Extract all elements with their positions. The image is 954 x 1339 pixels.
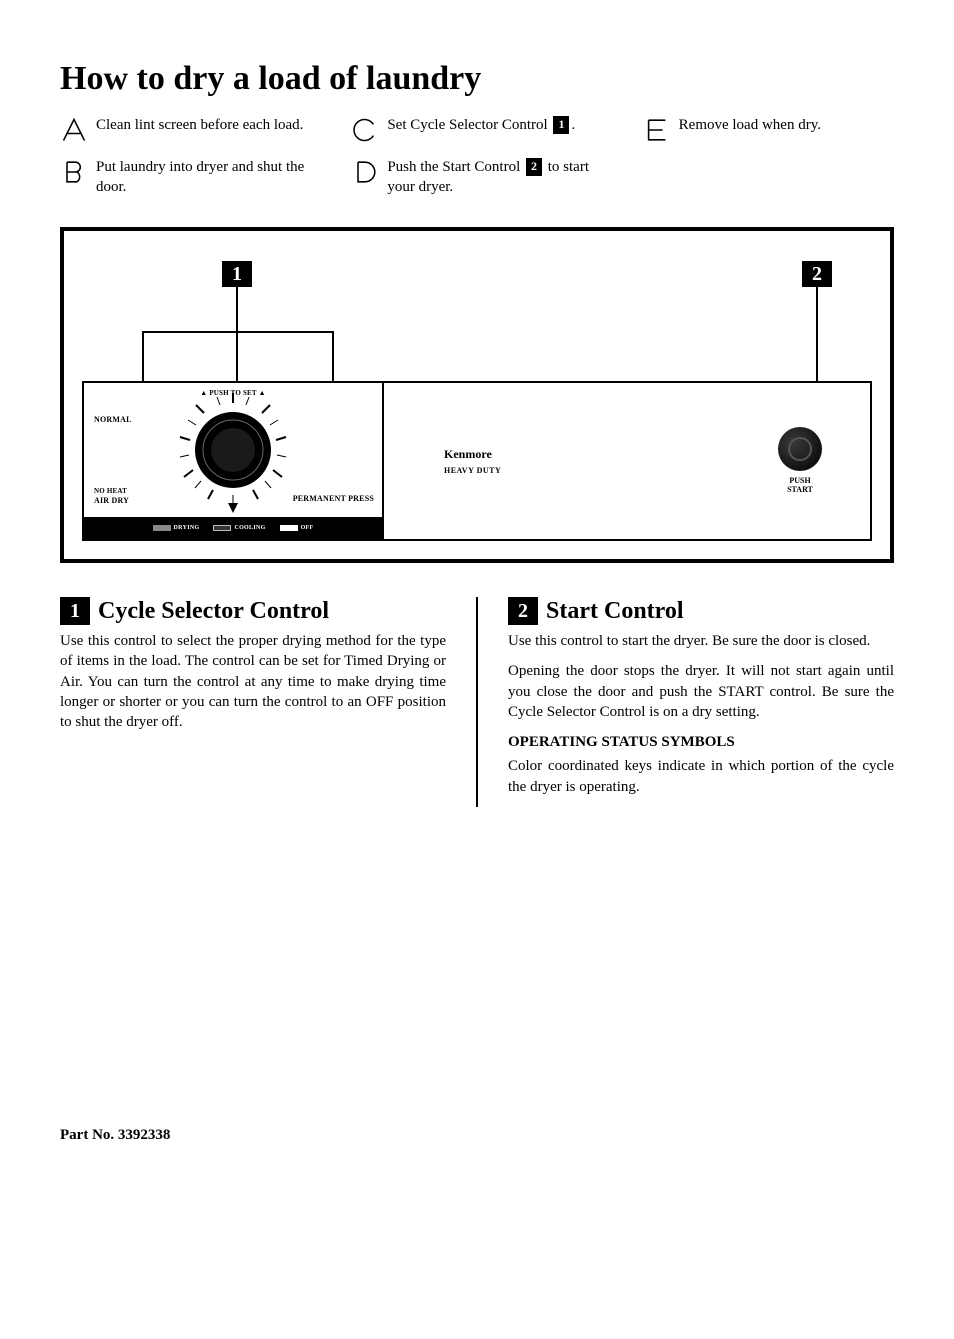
callout-lines: 1 2	[82, 261, 872, 381]
dial-normal-label: NORMAL	[94, 415, 132, 424]
ref-2-icon: 2	[526, 158, 542, 176]
cycle-selector-dial-icon	[158, 385, 308, 515]
cycle-selector-description: 1 Cycle Selector Control Use this contro…	[60, 597, 476, 807]
cycle-selector-body: Use this control to select the proper dr…	[60, 631, 446, 732]
callout-1-flag: 1	[222, 261, 252, 287]
sub-brand-label: HEAVY DUTY	[444, 466, 501, 475]
part-number: Part No. 3392338	[60, 1127, 894, 1144]
letter-a-icon	[60, 116, 88, 144]
dial-permpress-label: PERMANENT PRESS	[293, 494, 374, 503]
start-control-title: Start Control	[546, 598, 684, 625]
brand-label: Kenmore	[444, 447, 492, 462]
dryer-control-panel: ▲ PUSH TO SET ▲ NORMAL NO HEAT AIR DRY P…	[82, 381, 872, 541]
cooling-swatch-icon	[213, 525, 231, 531]
letter-d-icon	[351, 158, 379, 186]
cycle-selector-title: Cycle Selector Control	[98, 598, 329, 625]
step-d-text: Push the Start Control 2 to start your d…	[387, 158, 602, 197]
operating-status-heading: OPERATING STATUS SYMBOLS	[508, 732, 894, 752]
step-a-text: Clean lint screen before each load.	[96, 116, 303, 136]
ref-1-icon: 1	[553, 116, 569, 134]
start-control-description: 2 Start Control Use this control to star…	[476, 597, 894, 807]
start-label: PUSH START	[787, 477, 813, 495]
num-2-icon: 2	[508, 597, 538, 625]
dial-push-label: ▲ PUSH TO SET ▲	[200, 389, 266, 397]
dial-airdry-label: AIR DRY	[94, 496, 129, 505]
callout-2-flag: 2	[802, 261, 832, 287]
step-c: Set Cycle Selector Control 1.	[351, 116, 602, 144]
letter-b-icon	[60, 158, 88, 186]
start-section: PUSH START	[730, 383, 870, 539]
off-swatch-icon	[280, 525, 298, 531]
step-d: Push the Start Control 2 to start your d…	[351, 158, 602, 197]
control-panel-figure: 1 2 ▲ PUSH TO SET ▲ NORMAL NO HEAT AIR D…	[60, 227, 894, 563]
letter-e-icon	[643, 116, 671, 144]
controls-description: 1 Cycle Selector Control Use this contro…	[60, 597, 894, 807]
num-1-icon: 1	[60, 597, 90, 625]
status-key-legend: DRYING COOLING OFF	[84, 517, 382, 539]
start-control-p3: Color coordinated keys indicate in which…	[508, 756, 894, 797]
step-a: Clean lint screen before each load.	[60, 116, 311, 144]
step-c-text: Set Cycle Selector Control 1.	[387, 116, 575, 136]
start-button-icon	[778, 427, 822, 471]
step-e-text: Remove load when dry.	[679, 116, 821, 136]
start-control-p2: Opening the door stops the dryer. It wil…	[508, 661, 894, 722]
start-control-p1: Use this control to start the dryer. Be …	[508, 631, 894, 651]
step-b: Put laundry into dryer and shut the door…	[60, 158, 311, 197]
step-b-text: Put laundry into dryer and shut the door…	[96, 158, 311, 197]
page-title: How to dry a load of laundry	[60, 60, 894, 98]
page: How to dry a load of laundry Clean lint …	[0, 0, 954, 1174]
brand-section: Kenmore HEAVY DUTY	[384, 383, 730, 539]
drying-swatch-icon	[153, 525, 171, 531]
dial-noheat-label: NO HEAT	[94, 487, 127, 495]
step-e: Remove load when dry.	[643, 116, 894, 144]
letter-c-icon	[351, 116, 379, 144]
steps-grid: Clean lint screen before each load. Set …	[60, 116, 894, 197]
cycle-selector-section: ▲ PUSH TO SET ▲ NORMAL NO HEAT AIR DRY P…	[84, 383, 384, 539]
